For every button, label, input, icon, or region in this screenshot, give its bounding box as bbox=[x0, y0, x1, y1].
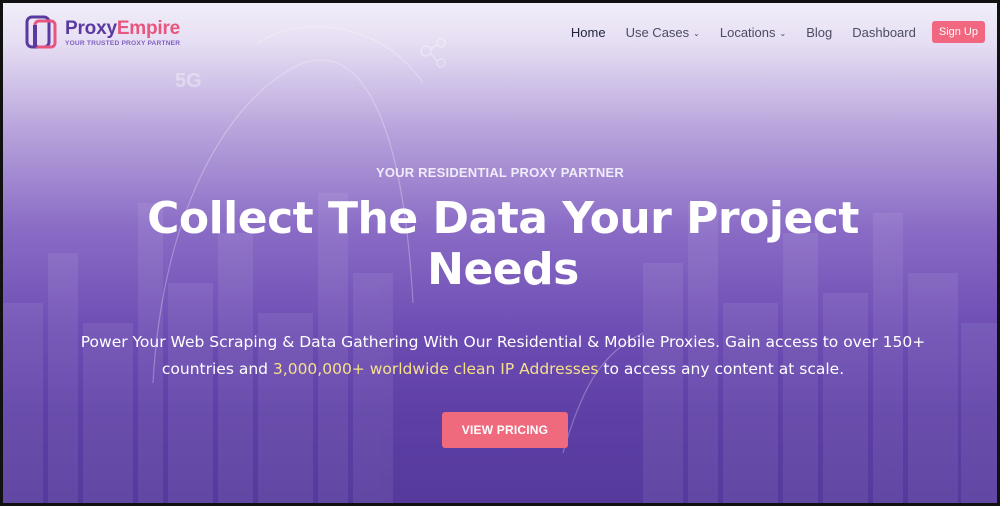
nav-blog-label: Blog bbox=[806, 24, 833, 40]
hero-description-text-end: to access any content at scale. bbox=[598, 360, 845, 378]
main-nav: Home Use Cases ⌄ Locations ⌄ Blog Dashboar… bbox=[551, 21, 985, 43]
nav-home-label: Home bbox=[570, 24, 606, 40]
chevron-down-icon: ⌄ bbox=[693, 28, 700, 38]
brand-tagline: YOUR TRUSTED PROXY PARTNER bbox=[65, 39, 181, 47]
chevron-down-icon: ⌄ bbox=[779, 28, 787, 38]
logo-icon bbox=[25, 15, 57, 49]
logo[interactable]: ProxyEmpire YOUR TRUSTED PROXY PARTNER bbox=[25, 15, 180, 51]
nav-locations[interactable]: Locations ⌄ bbox=[720, 25, 786, 40]
nav-dashboard[interactable]: Dashboard bbox=[852, 25, 916, 40]
brand-name-part1: Proxy bbox=[65, 17, 117, 39]
hero-eyebrow: YOUR RESIDENTIAL PROXY PARTNER bbox=[376, 165, 624, 180]
decor-5g-text: 5G bbox=[175, 70, 202, 92]
hero-headline: Collect The Data Your Project Needs bbox=[147, 193, 859, 295]
hero-description-highlight: 3,000,000+ worldwide clean IP Addresses bbox=[272, 360, 599, 378]
hero-section: 5G ProxyEmpire YOUR TRUSTED PROXY PARTNE… bbox=[3, 3, 997, 503]
nav-blog[interactable]: Blog bbox=[806, 25, 832, 40]
nav-use-cases-label: Use Cases bbox=[625, 24, 690, 40]
browser-frame: 5G ProxyEmpire YOUR TRUSTED PROXY PARTNE… bbox=[0, 0, 1000, 506]
brand-name-part2: Empire bbox=[116, 17, 181, 39]
sign-up-button[interactable]: Sign Up bbox=[931, 21, 985, 43]
nav-locations-label: Locations bbox=[719, 24, 776, 40]
view-pricing-button[interactable]: VIEW PRICING bbox=[442, 412, 568, 448]
nav-use-cases[interactable]: Use Cases ⌄ bbox=[626, 25, 700, 40]
hero-description: Power Your Web Scraping & Data Gathering… bbox=[63, 329, 943, 383]
nav-dashboard-label: Dashboard bbox=[852, 24, 916, 40]
nav-home[interactable]: Home bbox=[571, 25, 606, 40]
brand-name: ProxyEmpire bbox=[65, 19, 180, 38]
